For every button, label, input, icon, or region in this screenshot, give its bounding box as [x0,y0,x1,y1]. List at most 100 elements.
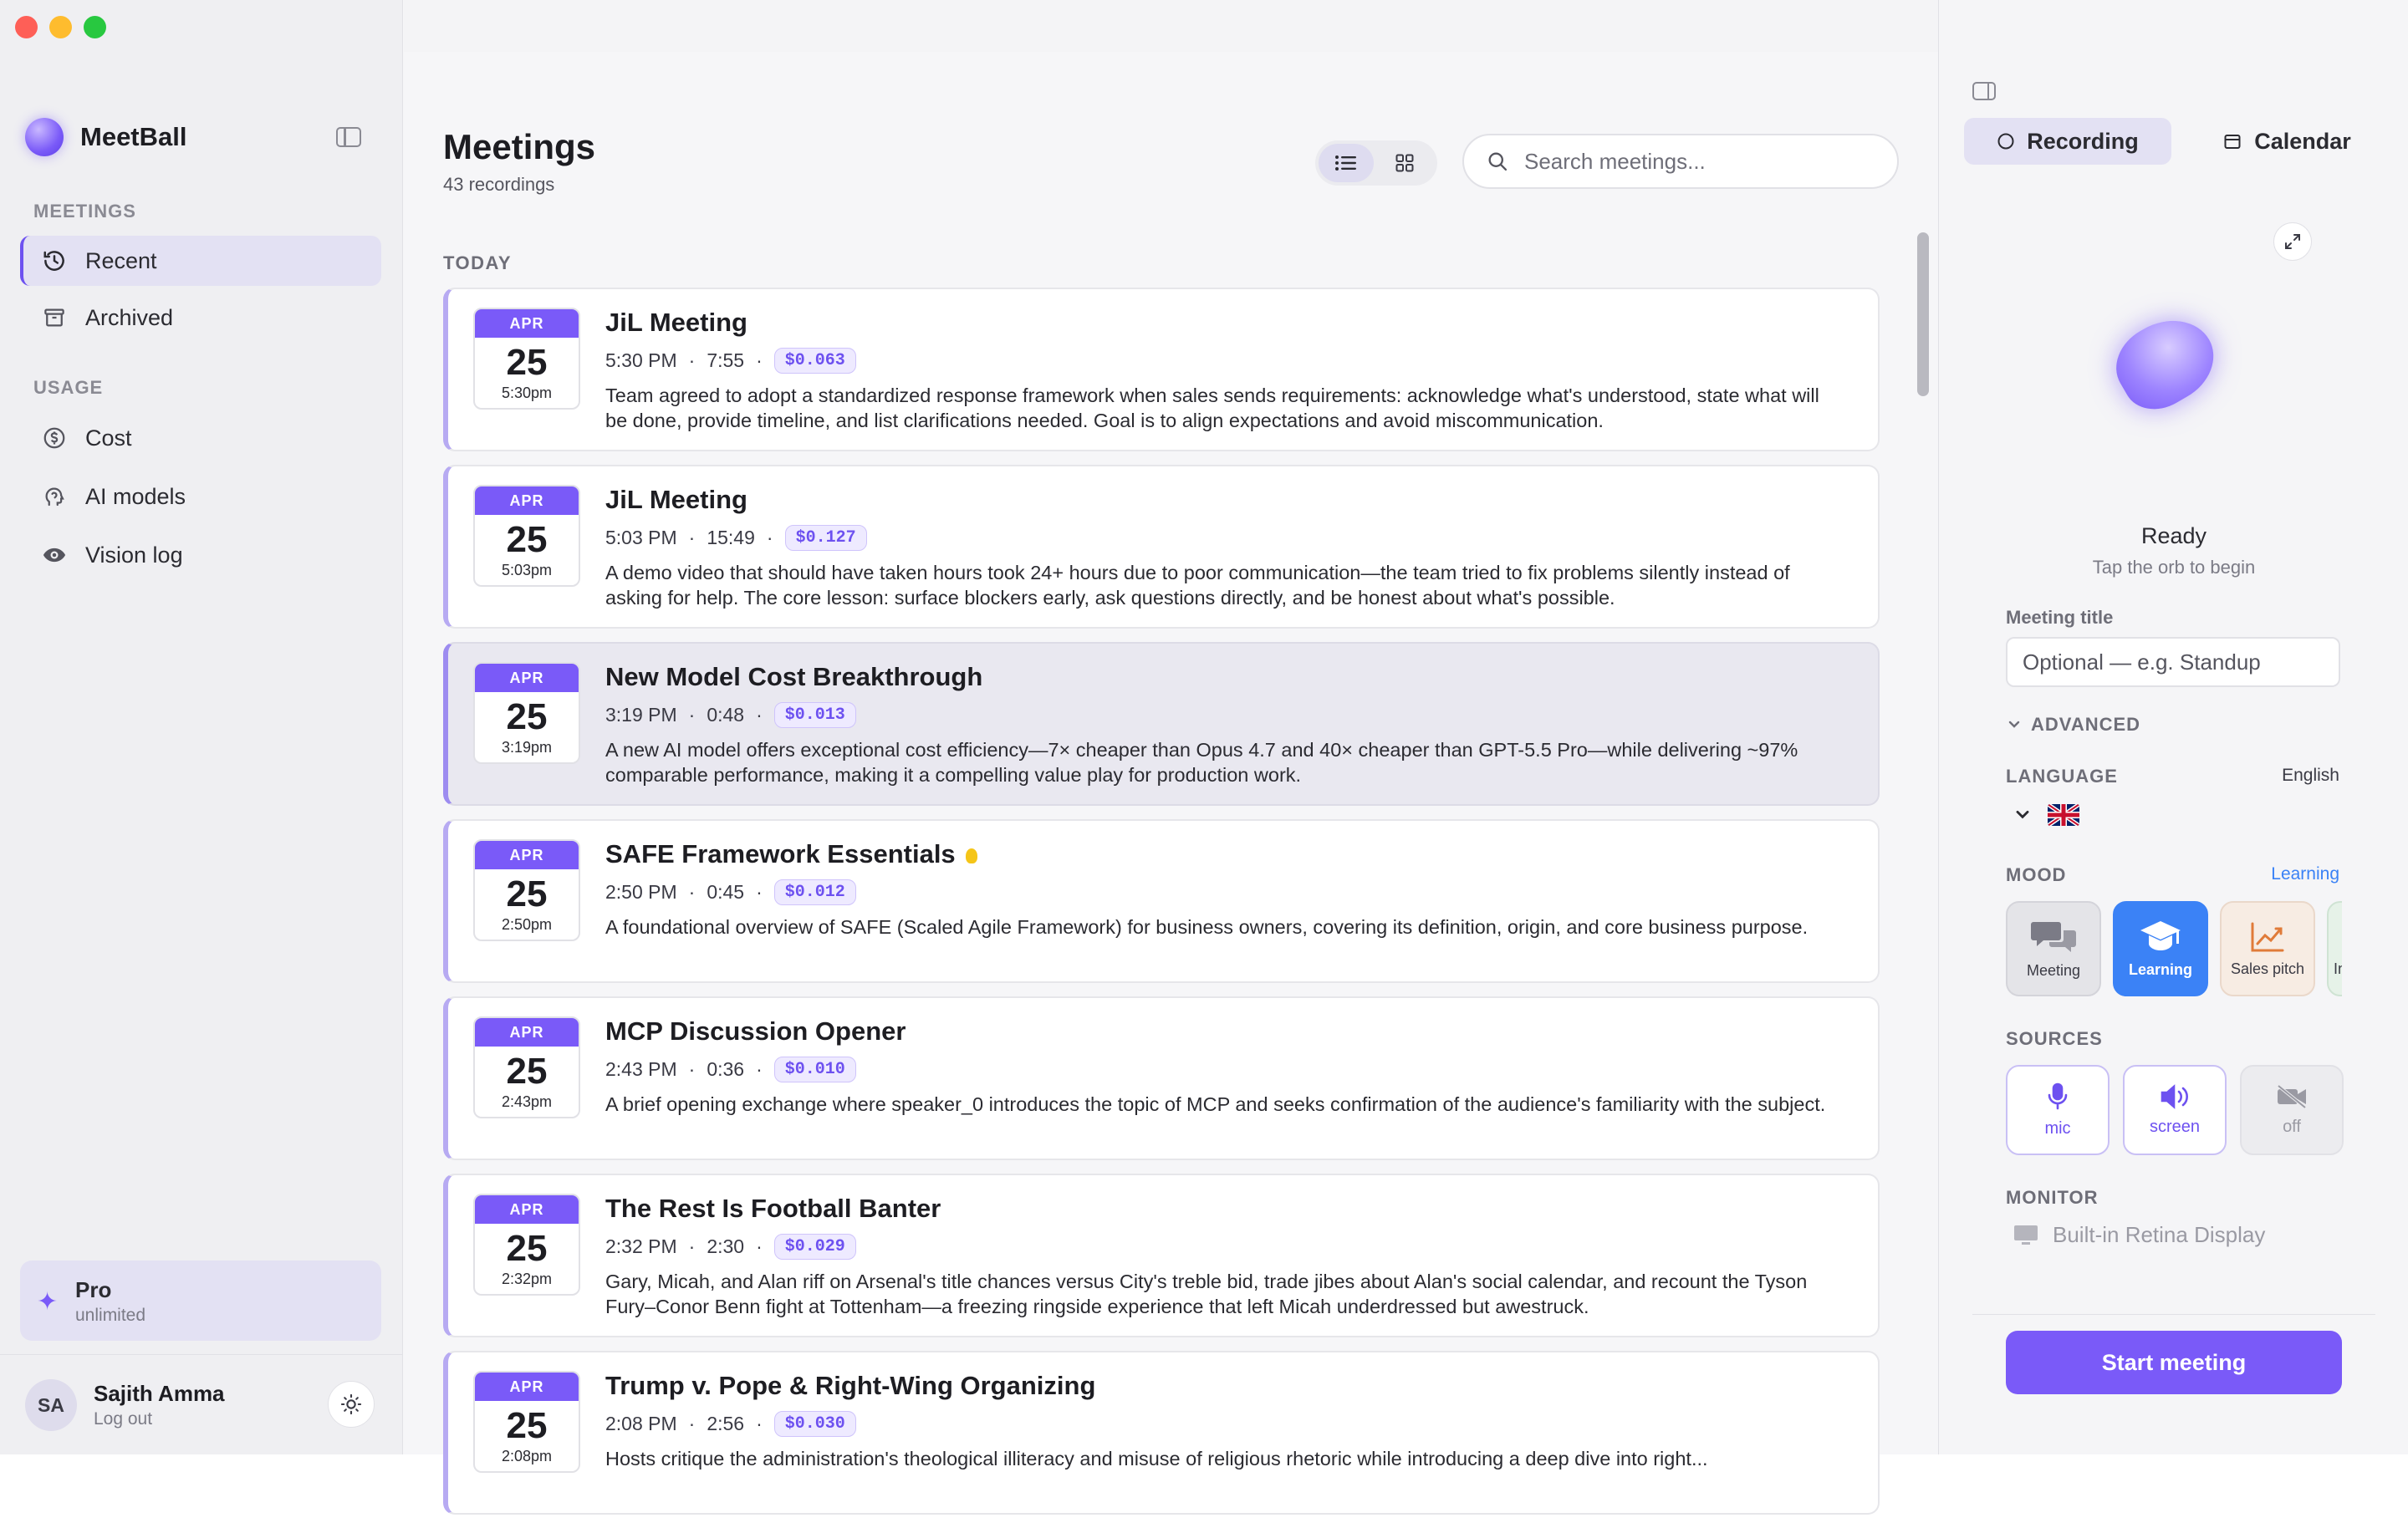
panel-toggle-icon[interactable] [1972,82,1996,100]
monitor-label: MONITOR [2006,1187,2099,1208]
mood-value: Learning [2271,864,2339,884]
sparkle-icon: ✦ [37,1288,59,1316]
date-month: APR [475,664,579,692]
meeting-card-selected[interactable]: APR 25 3:19pm New Model Cost Breakthroug… [443,642,1880,806]
date-day: 25 [506,1228,548,1269]
source-screen[interactable]: screen [2123,1065,2227,1155]
eye-icon [42,542,67,568]
date-day: 25 [506,874,548,914]
sidebar-item-archived[interactable]: Archived [20,293,381,343]
app-logo-icon [25,118,64,156]
advanced-toggle[interactable]: ADVANCED [2006,714,2140,736]
circle-icon [1997,133,2014,150]
chat-bubbles-icon [2031,921,2076,952]
list-icon [1335,155,1356,171]
mood-sales-pitch[interactable]: Sales pitch [2220,901,2315,996]
language-select[interactable] [2013,804,2079,826]
head-icon [42,484,67,509]
meeting-summary: Gary, Micah, and Alan riff on Arsenal's … [605,1271,1808,1317]
tab-recording[interactable]: Recording [1964,118,2171,165]
mood-learning[interactable]: Learning [2113,901,2208,996]
maximize-window-button[interactable] [84,16,106,38]
search-input[interactable] [1524,148,1875,175]
cost-badge: $0.030 [773,1411,856,1437]
minimize-window-button[interactable] [49,16,72,38]
meeting-duration: 0:36 [707,1058,745,1080]
theme-toggle-button[interactable] [328,1381,375,1428]
recordings-count: 43 recordings [443,174,555,195]
meeting-meta: 2:08 PM · 2:56 · $0.030 [605,1411,856,1437]
sidebar-item-label: AI models [85,483,186,509]
mood-interview[interactable]: In [2327,901,2342,996]
date-month: APR [475,309,579,338]
date-badge: APR 25 3:19pm [473,662,580,764]
sidebar-item-label: Archived [85,304,174,330]
date-time: 5:03pm [501,562,553,578]
search-box[interactable] [1462,134,1899,189]
record-orb[interactable] [2102,303,2229,423]
language-value: English [2282,766,2339,785]
tab-calendar[interactable]: Calendar [2190,118,2384,165]
meeting-card[interactable]: APR 25 2:43pm MCP Discussion Opener 2:43… [443,996,1880,1160]
plan-card[interactable]: ✦ Pro unlimited [20,1261,381,1341]
meeting-card[interactable]: APR 25 5:03pm JiL Meeting 5:03 PM · 15:49… [443,465,1880,629]
date-day: 25 [506,1051,548,1092]
sources-label: SOURCES [2006,1028,2103,1049]
history-icon [42,248,67,273]
logout-link[interactable]: Log out [94,1409,152,1429]
meeting-time: 2:43 PM [605,1058,677,1080]
meeting-summary: A brief opening exchange where speaker_0… [605,1093,1826,1115]
date-badge: APR 25 2:32pm [473,1194,580,1296]
grid-icon [1395,154,1414,172]
source-mic[interactable]: mic [2006,1065,2110,1155]
start-meeting-button[interactable]: Start meeting [2006,1331,2342,1394]
page-title: Meetings [443,127,596,166]
dollar-icon [42,425,67,451]
source-camera-off[interactable]: off [2240,1065,2344,1155]
display-icon [2014,1225,2038,1245]
meeting-title: JiL Meeting [605,308,747,337]
meeting-summary: A foundational overview of SAFE (Scaled … [605,916,1809,938]
meeting-title-row: SAFE Framework Essentials [605,839,977,869]
sidebar-item-vision-log[interactable]: Vision log [20,530,381,580]
meeting-card[interactable]: APR 25 5:30pm JiL Meeting 5:30 PM · 7:55 ·… [443,288,1880,451]
monitor-value: Built-in Retina Display [2053,1222,2266,1247]
recording-status: Ready [2140,523,2207,548]
meeting-card[interactable]: APR 25 2:08pm Trump v. Pope & Right-Wing… [443,1351,1880,1515]
date-time: 3:19pm [501,739,553,756]
main-content: Meetings 43 recordings TODAY APR 25 5:30… [404,0,1938,1515]
graduation-cap-icon [2140,920,2181,950]
meeting-title-label: Meeting title [2006,607,2114,628]
date-month: APR [475,1373,579,1401]
divider [0,1354,403,1355]
sidebar-item-recent[interactable]: Recent [20,236,381,286]
meeting-meta: 3:19 PM · 0:48 · $0.013 [605,702,856,728]
grid-view-button[interactable] [1377,144,1432,182]
scrollbar[interactable] [1914,231,1932,1454]
meeting-title-input[interactable] [2006,637,2340,687]
sidebar-item-cost[interactable]: Cost [20,413,381,463]
date-time: 2:50pm [501,916,553,933]
sidebar-item-label: Recent [85,247,157,273]
meeting-card[interactable]: APR 25 2:32pm The Rest Is Football Bante… [443,1174,1880,1337]
list-view-button[interactable] [1319,144,1374,182]
close-window-button[interactable] [15,16,38,38]
date-badge: APR 25 2:08pm [473,1371,580,1473]
mood-label-text: Meeting [2026,961,2081,979]
monitor-select[interactable]: Built-in Retina Display [2013,1222,2265,1248]
meeting-meta: 2:50 PM · 0:45 · $0.012 [605,879,856,905]
sidebar-item-label: Cost [85,425,132,451]
cost-badge: $0.063 [773,348,856,374]
trend-chart-icon [2251,922,2284,951]
date-badge: APR 25 5:03pm [473,485,580,587]
date-badge: APR 25 2:50pm [473,839,580,941]
sun-icon [340,1393,362,1415]
meeting-card[interactable]: APR 25 2:50pm SAFE Framework Essentials … [443,819,1880,983]
meeting-summary: A new AI model offers exceptional cost e… [605,739,1798,786]
tab-label: Calendar [2254,128,2351,154]
sidebar-item-ai-models[interactable]: AI models [20,471,381,522]
scrollbar-thumb[interactable] [1917,232,1929,396]
expand-button[interactable] [2273,222,2312,261]
mood-meeting[interactable]: Meeting [2006,901,2101,996]
sidebar-toggle-icon[interactable] [336,127,361,147]
